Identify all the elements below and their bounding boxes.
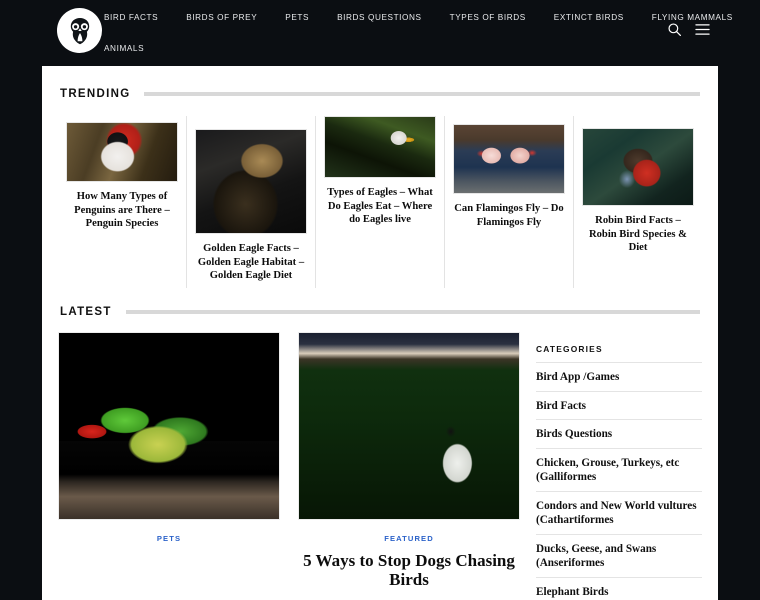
flamingos-photo	[453, 124, 565, 194]
trending-card-title: Types of Eagles – What Do Eagles Eat – W…	[327, 187, 433, 225]
green-parakeet-photo	[58, 332, 280, 520]
hamburger-menu-icon[interactable]	[695, 23, 710, 36]
sidebar-item-aepyornithiformes[interactable]: Elephant Birds (Aepyornithiformes	[536, 576, 702, 600]
post-category-label[interactable]: FEATURED	[298, 534, 520, 543]
content-panel: TRENDING How Many Types of Penguins are …	[42, 66, 718, 600]
trending-heading-rule	[144, 92, 700, 96]
sidebar-item-anseriformes[interactable]: Ducks, Geese, and Swans (Anseriformes	[536, 533, 702, 577]
categories-heading: CATEGORIES	[536, 344, 603, 354]
penguin-photo	[66, 122, 178, 182]
white-dog-in-field-photo	[298, 332, 520, 520]
trending-card[interactable]: Robin Bird Facts – Robin Bird Species & …	[574, 116, 702, 288]
sidebar-item-birds-questions[interactable]: Birds Questions	[536, 419, 702, 448]
primary-navigation: BIRD FACTS BIRDS OF PREY PETS BIRDS QUES…	[104, 13, 732, 54]
nav-row-1: BIRD FACTS BIRDS OF PREY PETS BIRDS QUES…	[104, 13, 732, 23]
trending-card[interactable]: Golden Eagle Facts – Golden Eagle Habita…	[187, 116, 316, 288]
categories-sidebar: CATEGORIES Bird App /Games Bird Facts Bi…	[536, 332, 702, 600]
trending-card[interactable]: Can Flamingos Fly – Do Flamingos Fly	[445, 116, 574, 288]
latest-section-header: LATEST	[42, 306, 718, 318]
robin-bird-photo	[582, 128, 694, 206]
nav-item-birds-of-prey[interactable]: BIRDS OF PREY	[186, 13, 257, 23]
sidebar-item-bird-facts[interactable]: Bird Facts	[536, 390, 702, 420]
trending-section-header: TRENDING	[42, 88, 718, 100]
header-actions	[667, 22, 710, 37]
trending-card-title: Robin Bird Facts – Robin Bird Species & …	[588, 215, 687, 253]
nav-item-bird-facts[interactable]: BIRD FACTS	[104, 13, 158, 23]
page-root: BIRD FACTS BIRDS OF PREY PETS BIRDS QUES…	[0, 0, 760, 600]
nav-item-birds-questions[interactable]: BIRDS QUESTIONS	[337, 13, 422, 23]
nav-row-2: ANIMALS	[104, 44, 624, 54]
latest-layout: PETS FEATURED 5 Ways to Stop Dogs Chasin…	[42, 332, 718, 600]
bald-eagle-flying-photo	[324, 116, 436, 178]
trending-card-title: Can Flamingos Fly – Do Flamingos Fly	[454, 203, 564, 228]
nav-item-pets[interactable]: PETS	[285, 13, 309, 23]
nav-item-extinct-birds[interactable]: EXTINCT BIRDS	[554, 13, 624, 23]
site-header: BIRD FACTS BIRDS OF PREY PETS BIRDS QUES…	[0, 0, 760, 58]
trending-card[interactable]: Types of Eagles – What Do Eagles Eat – W…	[316, 116, 445, 288]
latest-posts: PETS FEATURED 5 Ways to Stop Dogs Chasin…	[58, 332, 520, 600]
trending-card[interactable]: How Many Types of Penguins are There – P…	[58, 116, 187, 288]
nav-item-types-of-birds[interactable]: TYPES OF BIRDS	[450, 13, 526, 23]
sidebar-item-galliformes[interactable]: Chicken, Grouse, Turkeys, etc (Galliform…	[536, 447, 702, 491]
trending-card-title: How Many Types of Penguins are There – P…	[74, 191, 170, 229]
trending-heading: TRENDING	[60, 88, 131, 100]
site-logo[interactable]	[57, 8, 102, 53]
owl-icon	[57, 8, 102, 53]
sidebar-item-cathartiformes[interactable]: Condors and New World vultures (Catharti…	[536, 490, 702, 534]
sidebar-item-bird-app-games[interactable]: Bird App /Games	[536, 362, 702, 391]
latest-heading: LATEST	[60, 306, 112, 318]
trending-cards: How Many Types of Penguins are There – P…	[42, 116, 718, 288]
nav-item-animals[interactable]: ANIMALS	[104, 44, 144, 54]
latest-post-card[interactable]: FEATURED 5 Ways to Stop Dogs Chasing Bir…	[298, 332, 520, 600]
search-icon[interactable]	[667, 22, 682, 37]
golden-eagle-photo	[195, 129, 307, 234]
post-title: 5 Ways to Stop Dogs Chasing Birds	[303, 551, 515, 589]
post-category-label[interactable]: PETS	[58, 534, 280, 543]
latest-post-card[interactable]: PETS	[58, 332, 280, 600]
trending-card-title: Golden Eagle Facts – Golden Eagle Habita…	[197, 243, 305, 281]
latest-heading-rule	[125, 310, 700, 314]
